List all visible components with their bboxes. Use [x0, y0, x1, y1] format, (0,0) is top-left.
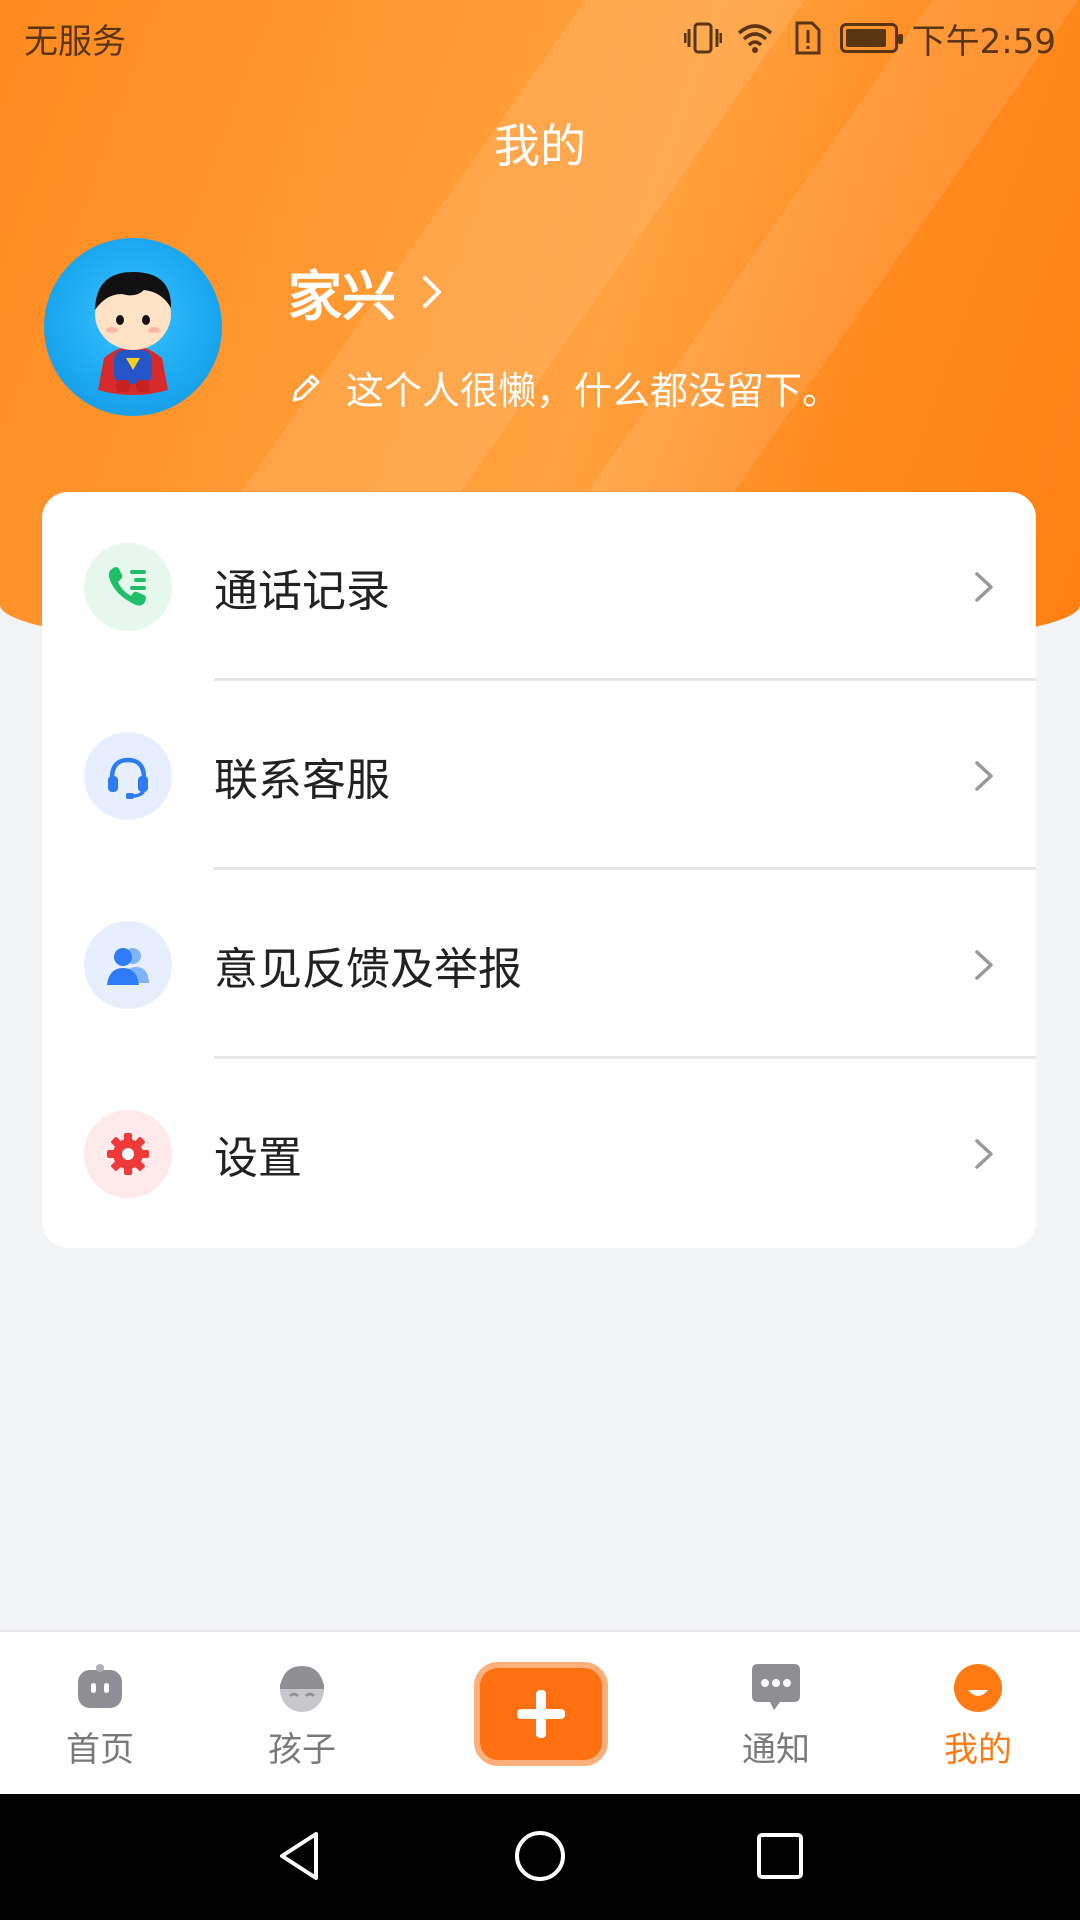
- tab-child[interactable]: 孩子: [202, 1632, 402, 1796]
- menu-item-customer-service[interactable]: 联系客服: [42, 681, 1036, 870]
- menu-item-label: 联系客服: [214, 754, 390, 806]
- menu-card: 通话记录 联系客服 意见反馈及举报 设置: [42, 492, 1036, 1248]
- menu-item-call-history[interactable]: 通话记录: [42, 492, 1036, 681]
- superhero-avatar-icon: [95, 272, 172, 395]
- home-circle-icon[interactable]: [510, 1826, 570, 1886]
- status-bar: 无服务 下午2:59: [0, 0, 1080, 76]
- headset-icon: [84, 731, 172, 820]
- back-icon[interactable]: [270, 1826, 330, 1886]
- add-button[interactable]: [474, 1662, 608, 1766]
- tab-label: 通知: [742, 1730, 810, 1770]
- tab-home[interactable]: 首页: [0, 1632, 200, 1796]
- me-icon: [954, 1664, 1002, 1712]
- home-bot-icon: [78, 1664, 122, 1708]
- clock-text: 下午2:59: [911, 21, 1056, 62]
- menu-item-label: 设置: [214, 1132, 302, 1184]
- vibrate-icon: [683, 22, 722, 54]
- user-name: 家兴: [288, 265, 396, 328]
- chevron-right-icon: [975, 949, 993, 980]
- menu-item-settings[interactable]: 设置: [42, 1059, 1036, 1248]
- chevron-right-icon: [423, 275, 441, 308]
- chevron-right-icon: [975, 760, 993, 791]
- system-nav-bar: [0, 1794, 1080, 1920]
- bio-text: 这个人很懒，什么都没留下。: [346, 369, 841, 413]
- recents-icon[interactable]: [750, 1826, 810, 1886]
- pencil-icon: [292, 374, 320, 401]
- tab-me[interactable]: 我的: [878, 1632, 1078, 1796]
- users-icon: [84, 920, 172, 1009]
- menu-item-feedback-report[interactable]: 意见反馈及举报: [42, 870, 1036, 1059]
- bio-edit[interactable]: 这个人很懒，什么都没留下。: [288, 360, 840, 415]
- menu-item-label: 意见反馈及举报: [214, 943, 522, 995]
- profile-link[interactable]: 家兴: [288, 252, 442, 331]
- plus-icon: [517, 1690, 565, 1738]
- child-icon: [280, 1666, 324, 1712]
- tab-label: 首页: [66, 1730, 134, 1770]
- tab-notifications[interactable]: 通知: [676, 1632, 876, 1796]
- wifi-icon: [737, 24, 772, 53]
- carrier-text: 无服务: [24, 21, 126, 62]
- menu-item-label: 通话记录: [214, 565, 390, 617]
- chevron-right-icon: [975, 571, 993, 602]
- sim-alert-icon: [795, 21, 821, 55]
- avatar[interactable]: [44, 238, 222, 416]
- chevron-right-icon: [975, 1138, 993, 1169]
- tab-label: 孩子: [268, 1730, 336, 1770]
- gear-icon: [84, 1109, 172, 1198]
- chat-icon: [752, 1664, 800, 1710]
- phone-list-icon: [84, 542, 172, 631]
- tab-label: 我的: [944, 1730, 1012, 1770]
- battery-icon: [839, 23, 903, 53]
- page-title: 我的: [494, 119, 586, 173]
